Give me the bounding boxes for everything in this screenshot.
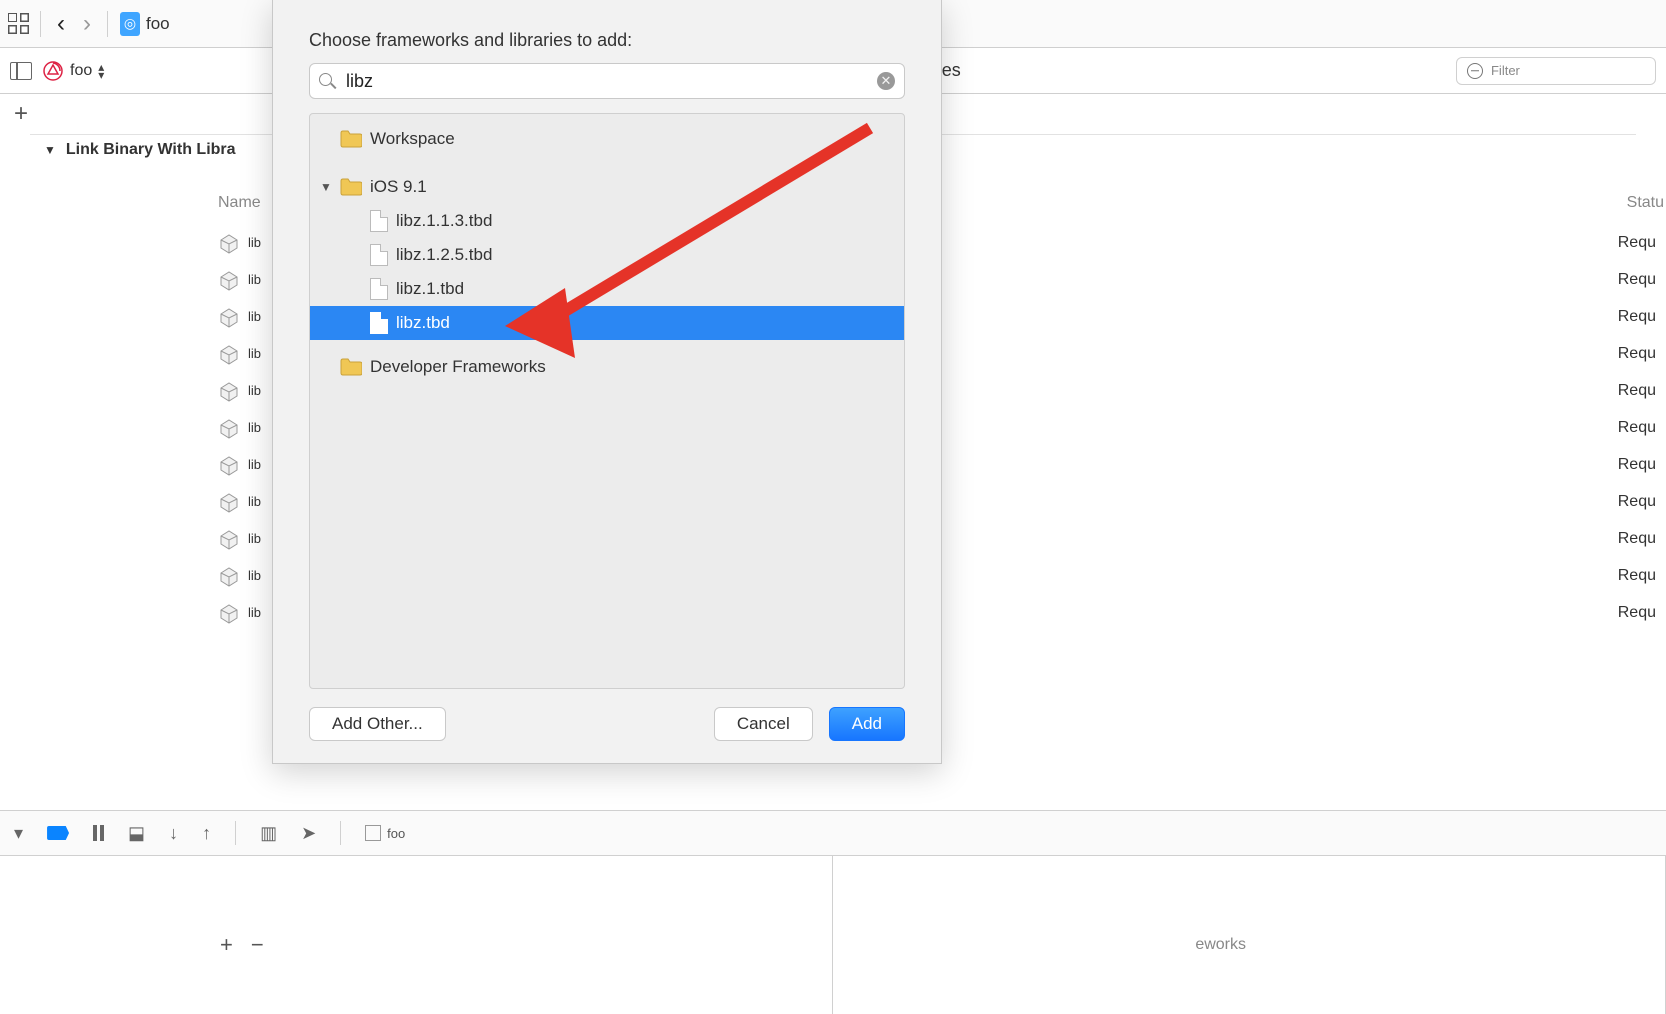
framework-icon: [218, 454, 240, 476]
library-status: Requ: [1618, 604, 1656, 622]
library-status: Requ: [1618, 271, 1656, 289]
filter-placeholder: Filter: [1491, 63, 1520, 78]
target-selector[interactable]: foo ▴▾: [42, 60, 104, 82]
console-pane[interactable]: [833, 856, 1666, 1014]
search-icon: [319, 73, 335, 89]
debug-crumb[interactable]: foo: [365, 825, 405, 841]
name-column-header: Name: [218, 194, 261, 212]
framework-icon: [218, 306, 240, 328]
library-name: lib: [248, 494, 261, 509]
library-status: Requ: [1618, 419, 1656, 437]
library-status: Requ: [1618, 308, 1656, 326]
debug-panes: [0, 856, 1666, 1014]
tree-file[interactable]: libz.1.tbd: [310, 272, 904, 306]
location-icon[interactable]: ➤: [301, 823, 316, 844]
framework-icon: [218, 602, 240, 624]
add-framework-dialog: Choose frameworks and libraries to add: …: [272, 0, 942, 764]
forward-button[interactable]: ›: [77, 10, 97, 38]
project-icon: ◎: [120, 12, 140, 36]
library-name: lib: [248, 457, 261, 472]
library-status: Requ: [1618, 567, 1656, 585]
library-status: Requ: [1618, 456, 1656, 474]
project-name: foo: [146, 14, 170, 34]
tree-ios-sdk[interactable]: ▼iOS 9.1: [310, 170, 904, 204]
library-name: lib: [248, 235, 261, 250]
tree-file[interactable]: libz.tbd: [310, 306, 904, 340]
framework-tree[interactable]: Workspace ▼iOS 9.1libz.1.1.3.tbdlibz.1.2.…: [309, 113, 905, 689]
app-target-icon: [42, 60, 64, 82]
library-status: Requ: [1618, 234, 1656, 252]
library-name: lib: [248, 346, 261, 361]
disclosure-triangle-icon: ▼: [44, 143, 56, 157]
variables-pane[interactable]: [0, 856, 833, 1014]
library-name: lib: [248, 309, 261, 324]
framework-icon: [218, 269, 240, 291]
target-name: foo: [70, 62, 92, 80]
library-status: Requ: [1618, 493, 1656, 511]
framework-icon: [218, 343, 240, 365]
status-column-header: Statu: [1627, 194, 1664, 212]
file-icon: [370, 312, 388, 334]
breadcrumb[interactable]: ◎ foo: [120, 12, 170, 36]
tree-developer-frameworks[interactable]: Developer Frameworks: [310, 350, 904, 384]
hide-debug-area-icon[interactable]: ▾: [14, 823, 23, 844]
section-title: Link Binary With Libra: [66, 141, 236, 159]
library-name: lib: [248, 272, 261, 287]
folder-icon: [340, 130, 362, 148]
library-status: Requ: [1618, 345, 1656, 363]
clear-search-icon[interactable]: ✕: [877, 72, 895, 90]
back-button[interactable]: ‹: [51, 10, 71, 38]
search-field[interactable]: ✕: [309, 63, 905, 99]
panel-toggle-icon[interactable]: [10, 62, 32, 80]
related-items-icon[interactable]: [8, 13, 30, 35]
step-out-icon[interactable]: ↑: [202, 823, 211, 844]
file-icon: [370, 244, 388, 266]
add-other-button[interactable]: Add Other...: [309, 707, 446, 741]
library-name: lib: [248, 568, 261, 583]
process-icon: [365, 825, 381, 841]
folder-icon: [340, 178, 362, 196]
library-status: Requ: [1618, 382, 1656, 400]
tree-file[interactable]: libz.1.2.5.tbd: [310, 238, 904, 272]
framework-icon: [218, 417, 240, 439]
debug-toolbar: ▾ ⬓ ↓ ↑ ▥ ➤ foo: [0, 810, 1666, 856]
breakpoint-toggle-icon[interactable]: [47, 826, 69, 840]
pause-icon[interactable]: [93, 825, 104, 841]
dialog-title: Choose frameworks and libraries to add:: [273, 0, 941, 63]
framework-icon: [218, 380, 240, 402]
library-name: lib: [248, 531, 261, 546]
updown-icon: ▴▾: [98, 63, 104, 79]
framework-icon: [218, 528, 240, 550]
filter-field[interactable]: Filter: [1456, 57, 1656, 85]
tree-workspace[interactable]: Workspace: [310, 122, 904, 156]
framework-icon: [218, 565, 240, 587]
framework-icon: [218, 491, 240, 513]
step-into-icon[interactable]: ↓: [169, 823, 178, 844]
toolbar-divider: [40, 11, 41, 37]
library-status: Requ: [1618, 530, 1656, 548]
tree-file[interactable]: libz.1.1.3.tbd: [310, 204, 904, 238]
cancel-button[interactable]: Cancel: [714, 707, 813, 741]
folder-icon: [340, 358, 362, 376]
view-debugger-icon[interactable]: ▥: [260, 823, 277, 844]
divider: [340, 821, 341, 845]
library-name: lib: [248, 605, 261, 620]
filter-icon: [1467, 63, 1483, 79]
add-button[interactable]: Add: [829, 707, 905, 741]
file-icon: [370, 278, 388, 300]
divider: [235, 821, 236, 845]
toolbar-divider: [107, 11, 108, 37]
framework-icon: [218, 232, 240, 254]
library-name: lib: [248, 420, 261, 435]
step-over-icon[interactable]: ⬓: [128, 823, 145, 844]
file-icon: [370, 210, 388, 232]
search-input[interactable]: [309, 63, 905, 99]
dialog-button-row: Add Other... Cancel Add: [273, 689, 941, 763]
process-name: foo: [387, 826, 405, 841]
disclosure-triangle-icon: ▼: [320, 180, 332, 194]
library-name: lib: [248, 383, 261, 398]
